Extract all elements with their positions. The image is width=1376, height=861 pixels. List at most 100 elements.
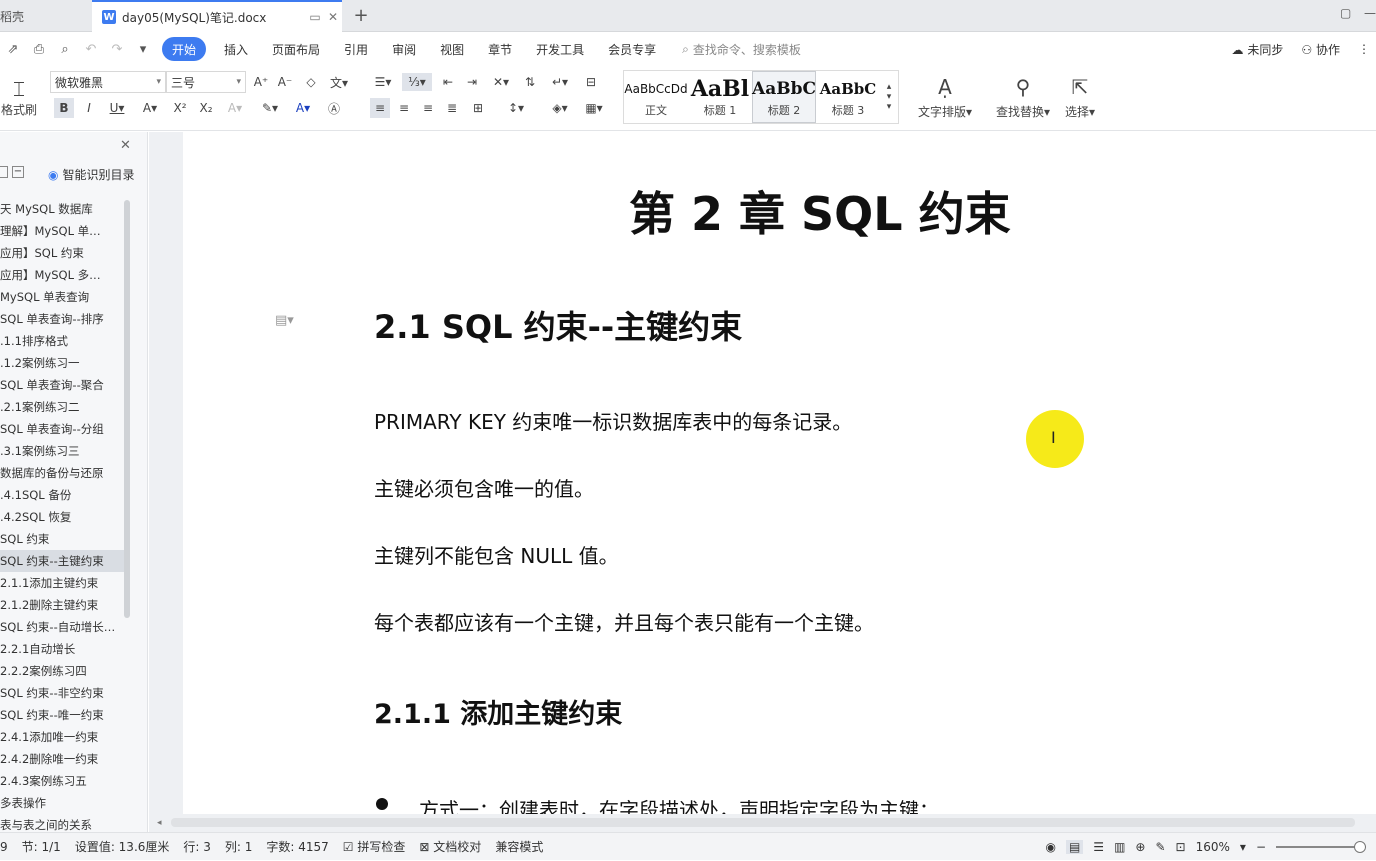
text-direction-icon[interactable]: ✕▾: [488, 73, 514, 91]
menu-view[interactable]: 视图: [428, 37, 476, 61]
annotate-icon[interactable]: ✎: [1155, 840, 1165, 854]
ruler-icon[interactable]: ⊟: [580, 73, 602, 91]
find-replace-button[interactable]: ⚲ 查找替换▾: [990, 69, 1056, 125]
outline-item[interactable]: 2.1.2删除主键约束: [0, 594, 124, 616]
outline-item[interactable]: 数据库的备份与还原: [0, 462, 124, 484]
outline-item[interactable]: 2.4.3案例练习五: [0, 770, 124, 792]
outline-item[interactable]: 应用】SQL 约束: [0, 242, 124, 264]
outline-item[interactable]: 天 MySQL 数据库: [0, 198, 124, 220]
clear-format-icon[interactable]: ◇: [302, 73, 320, 91]
outline-item[interactable]: SQL 约束--主键约束: [0, 550, 124, 572]
text-layout-button[interactable]: Ạ 文字排版▾: [912, 69, 978, 125]
font-color-icon[interactable]: A▾: [290, 98, 316, 118]
align-left-icon[interactable]: ≡: [370, 98, 390, 118]
share-icon[interactable]: ⇗: [0, 37, 26, 61]
style-gallery-scroll[interactable]: ▴ ▾ ▾: [880, 71, 898, 123]
pin-tab-icon[interactable]: ▭: [306, 8, 324, 26]
outline-item[interactable]: .2.1案例练习二: [0, 396, 124, 418]
outline-item[interactable]: SQL 单表查询--聚合: [0, 374, 124, 396]
zoom-out-icon[interactable]: −: [1256, 840, 1266, 854]
eye-protect-icon[interactable]: ◉: [1045, 840, 1055, 854]
menu-review[interactable]: 审阅: [380, 37, 428, 61]
read-view-icon[interactable]: ▥: [1114, 840, 1125, 854]
collab-button[interactable]: ⚇ 协作: [1301, 41, 1340, 58]
highlight-icon[interactable]: ✎▾: [256, 98, 284, 118]
underline-icon[interactable]: U▾: [104, 98, 130, 118]
section-info[interactable]: 节: 1/1: [22, 838, 61, 855]
outline-item[interactable]: SQL 约束--唯一约束: [0, 704, 124, 726]
outline-item[interactable]: SQL 约束: [0, 528, 124, 550]
menu-home[interactable]: 开始: [162, 37, 207, 61]
outline-item[interactable]: 2.2.2案例练习四: [0, 660, 124, 682]
outline-item[interactable]: 2.4.2删除唯一约束: [0, 748, 124, 770]
justify-icon[interactable]: ≣: [442, 98, 462, 118]
increase-indent-icon[interactable]: ⇥: [462, 73, 482, 91]
outline-item[interactable]: .4.2SQL 恢复: [0, 506, 124, 528]
zoom-dropdown-icon[interactable]: ▾: [1240, 840, 1246, 854]
outline-view-icon[interactable]: ☰: [1093, 840, 1104, 854]
quick-access-more-icon[interactable]: ▾: [130, 37, 156, 61]
shading-icon[interactable]: ◈▾: [546, 98, 574, 118]
select-button[interactable]: ⇱ 选择▾: [1058, 69, 1102, 125]
menu-developer[interactable]: 开发工具: [524, 37, 596, 61]
web-view-icon[interactable]: ⊕: [1135, 840, 1145, 854]
smart-toc-button[interactable]: ◉ 智能识别目录: [48, 166, 135, 183]
zoom-level[interactable]: 160%: [1196, 840, 1230, 854]
line-spacing-icon[interactable]: ↕▾: [502, 98, 530, 118]
style-normal[interactable]: AaBbCcDd 正文: [624, 71, 688, 123]
font-name-select[interactable]: 微软雅黑 ▾: [50, 71, 166, 93]
tab-active-document[interactable]: W day05(MySQL)笔记.docx ▭ ✕: [92, 0, 342, 32]
expand-icon[interactable]: [0, 166, 8, 178]
menu-references[interactable]: 引用: [332, 37, 380, 61]
outline-item[interactable]: .1.2案例练习一: [0, 352, 124, 374]
format-brush-button[interactable]: ⌶ 格式刷: [0, 69, 38, 125]
paragraph-menu-icon[interactable]: ▤▾: [275, 313, 294, 328]
superscript-icon[interactable]: X²: [170, 98, 190, 118]
menu-page-layout[interactable]: 页面布局: [260, 37, 332, 61]
outline-item[interactable]: 2.4.1添加唯一约束: [0, 726, 124, 748]
nav-scrollbar[interactable]: [124, 200, 130, 618]
text-effect-icon[interactable]: A▾: [222, 98, 248, 118]
outline-item[interactable]: 2.1.1添加主键约束: [0, 572, 124, 594]
outline-item[interactable]: .1.1排序格式: [0, 330, 124, 352]
word-count[interactable]: 字数: 4157: [266, 838, 328, 855]
grow-font-icon[interactable]: A⁺: [252, 73, 270, 91]
line-break-icon[interactable]: ↵▾: [546, 73, 574, 91]
distribute-icon[interactable]: ⊞: [468, 98, 488, 118]
window-layout-icon[interactable]: ▢: [1340, 6, 1351, 20]
fit-page-icon[interactable]: ⊡: [1176, 840, 1186, 854]
more-icon[interactable]: ⋮: [1358, 42, 1370, 56]
decrease-indent-icon[interactable]: ⇤: [438, 73, 458, 91]
outline-item[interactable]: .3.1案例练习三: [0, 440, 124, 462]
sync-status[interactable]: ☁ 未同步: [1232, 41, 1284, 58]
page-view-icon[interactable]: ▤: [1065, 840, 1084, 854]
subscript-icon[interactable]: X₂: [196, 98, 216, 118]
position-info[interactable]: 设置值: 13.6厘米: [75, 838, 170, 855]
zoom-slider-knob[interactable]: [1354, 841, 1366, 853]
font-size-select[interactable]: 三号 ▾: [166, 71, 246, 93]
bullets-icon[interactable]: ☰▾: [370, 73, 396, 91]
outline-item[interactable]: SQL 单表查询--分组: [0, 418, 124, 440]
sort-icon[interactable]: ⇅: [520, 73, 540, 91]
scroll-left-icon[interactable]: ◂: [157, 818, 162, 828]
doc-proof-button[interactable]: ⊠ 文档校对: [419, 838, 481, 855]
horizontal-scrollbar[interactable]: [171, 818, 1355, 827]
outline-item[interactable]: SQL 约束--非空约束: [0, 682, 124, 704]
menu-insert[interactable]: 插入: [212, 37, 260, 61]
strikethrough-icon[interactable]: A▾: [138, 98, 162, 118]
shrink-font-icon[interactable]: A⁻: [276, 73, 294, 91]
zoom-slider[interactable]: [1276, 841, 1366, 853]
print-icon[interactable]: ⎙: [26, 37, 52, 61]
close-nav-icon[interactable]: ✕: [120, 138, 131, 153]
close-tab-icon[interactable]: ✕: [324, 8, 342, 26]
redo-icon[interactable]: ↷: [104, 37, 130, 61]
tab-docer[interactable]: 稻壳: [0, 0, 90, 32]
undo-icon[interactable]: ↶: [78, 37, 104, 61]
numbering-icon[interactable]: ⅓▾: [402, 73, 432, 91]
outline-item[interactable]: 应用】MySQL 多…: [0, 264, 124, 286]
outline-item[interactable]: SQL 单表查询--排序: [0, 308, 124, 330]
outline-item[interactable]: 2.2.1自动增长: [0, 638, 124, 660]
italic-icon[interactable]: I: [80, 98, 98, 118]
menu-member[interactable]: 会员专享: [596, 37, 668, 61]
new-tab-button[interactable]: +: [350, 4, 372, 26]
